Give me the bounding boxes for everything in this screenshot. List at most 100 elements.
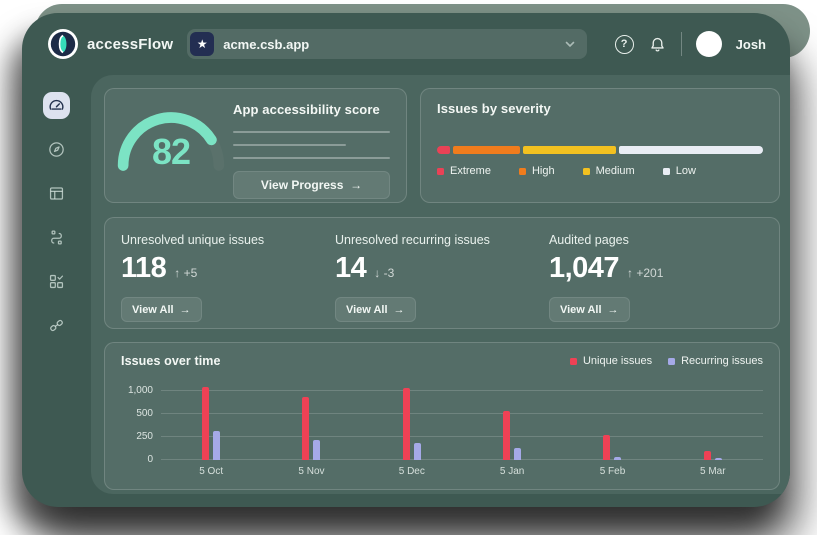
arrow-down-icon: ↓ bbox=[374, 266, 380, 280]
x-axis-label: 5 Nov bbox=[261, 466, 361, 477]
accessflow-logo-icon bbox=[48, 29, 78, 59]
severity-segment-medium bbox=[523, 146, 616, 154]
score-gauge: 82 bbox=[115, 99, 233, 192]
sidebar-item-dashboard[interactable] bbox=[43, 92, 70, 119]
stat-unresolved-unique-issues: Unresolved unique issues 118 ↑ +5 View A… bbox=[121, 233, 335, 328]
chart-title: Issues over time bbox=[121, 354, 221, 368]
bar-unique-issues bbox=[603, 435, 610, 460]
severity-legend: Extreme High Medium Low bbox=[437, 165, 763, 177]
bell-icon bbox=[648, 35, 667, 54]
arrow-right-icon: → bbox=[350, 178, 362, 192]
skeleton-line bbox=[233, 131, 390, 133]
severity-segment-low bbox=[619, 146, 763, 154]
sidebar-item-pages[interactable] bbox=[43, 180, 70, 207]
y-axis-tick-label: 500 bbox=[121, 408, 153, 419]
sidebar-item-audits[interactable] bbox=[43, 268, 70, 295]
stats-card: Unresolved unique issues 118 ↑ +5 View A… bbox=[104, 217, 780, 329]
arrow-up-icon: ↑ bbox=[174, 266, 180, 280]
x-axis-label: 5 Oct bbox=[161, 466, 261, 477]
arrow-right-icon: → bbox=[608, 304, 619, 316]
plug-icon bbox=[47, 316, 66, 335]
severity-legend-item: Medium bbox=[583, 165, 635, 177]
site-selector-value: acme.csb.app bbox=[223, 37, 309, 52]
page: accessFlow ★ acme.csb.app ? bbox=[0, 0, 817, 535]
score-value: 82 bbox=[115, 131, 227, 173]
notifications-button[interactable] bbox=[648, 35, 667, 54]
legend-swatch bbox=[663, 168, 670, 175]
stat-unresolved-recurring-issues: Unresolved recurring issues 14 ↓ -3 View… bbox=[335, 233, 549, 328]
legend-swatch bbox=[668, 358, 675, 365]
skeleton-line bbox=[233, 157, 390, 159]
sidebar-item-flows[interactable] bbox=[43, 224, 70, 251]
stat-value: 14 bbox=[335, 252, 366, 285]
site-selector-dropdown[interactable]: ★ acme.csb.app bbox=[187, 29, 587, 59]
top-bar: accessFlow ★ acme.csb.app ? bbox=[22, 13, 790, 75]
legend-swatch bbox=[519, 168, 526, 175]
legend-item-recurring-issues: Recurring issues bbox=[668, 355, 763, 367]
bar-recurring-issues bbox=[514, 448, 521, 460]
view-all-button[interactable]: View All→ bbox=[121, 297, 202, 322]
x-axis-label: 5 Jan bbox=[462, 466, 562, 477]
severity-segment-extreme bbox=[437, 146, 450, 154]
x-axis-label: 5 Dec bbox=[362, 466, 462, 477]
y-axis-tick-label: 0 bbox=[121, 454, 153, 465]
severity-legend-item: Extreme bbox=[437, 165, 491, 177]
arrow-up-icon: ↑ bbox=[627, 266, 633, 280]
compass-icon bbox=[47, 140, 66, 159]
bar-recurring-issues bbox=[213, 431, 220, 460]
arrow-right-icon: → bbox=[180, 304, 191, 316]
stat-delta: ↑ +5 bbox=[174, 266, 197, 280]
issues-by-severity-card: Issues by severity Extreme High Medium Low bbox=[420, 88, 780, 203]
legend-swatch bbox=[570, 358, 577, 365]
avatar[interactable] bbox=[696, 31, 722, 57]
chart-legend: Unique issues Recurring issues bbox=[570, 355, 763, 367]
layout-icon bbox=[47, 184, 66, 203]
severity-segment-high bbox=[453, 146, 520, 154]
star-icon: ★ bbox=[190, 32, 214, 56]
help-button[interactable]: ? bbox=[615, 35, 634, 54]
legend-item-unique-issues: Unique issues bbox=[570, 355, 652, 367]
view-all-button[interactable]: View All→ bbox=[549, 297, 630, 322]
severity-card-title: Issues by severity bbox=[437, 101, 763, 116]
bar-recurring-issues bbox=[414, 443, 421, 460]
bar-recurring-issues bbox=[614, 457, 621, 460]
bar-group-5-nov bbox=[261, 380, 361, 460]
bar-recurring-issues bbox=[715, 458, 722, 460]
issues-over-time-card: Issues over time Unique issues Recurring… bbox=[104, 342, 780, 490]
bar-group-5-feb bbox=[562, 380, 662, 460]
bar-unique-issues bbox=[403, 388, 410, 460]
bar-recurring-issues bbox=[313, 440, 320, 460]
topbar-divider bbox=[681, 32, 682, 56]
help-icon: ? bbox=[615, 35, 634, 54]
view-progress-button[interactable]: View Progress → bbox=[233, 171, 390, 199]
x-axis-labels: 5 Oct5 Nov5 Dec5 Jan5 Feb5 Mar bbox=[161, 466, 763, 477]
severity-legend-item: High bbox=[519, 165, 555, 177]
x-axis-label: 5 Feb bbox=[562, 466, 662, 477]
legend-swatch bbox=[437, 168, 444, 175]
sidebar-item-explore[interactable] bbox=[43, 136, 70, 163]
stat-delta: ↑ +201 bbox=[627, 266, 663, 280]
bar-unique-issues bbox=[704, 451, 711, 460]
user-name: Josh bbox=[736, 37, 766, 52]
bar-group-5-oct bbox=[161, 380, 261, 460]
grid-check-icon bbox=[47, 272, 66, 291]
score-card-title: App accessibility score bbox=[233, 102, 390, 117]
x-axis-label: 5 Mar bbox=[663, 466, 763, 477]
legend-swatch bbox=[583, 168, 590, 175]
bar-group-5-dec bbox=[362, 380, 462, 460]
bar-unique-issues bbox=[202, 387, 209, 460]
severity-legend-item: Low bbox=[663, 165, 696, 177]
app-window: accessFlow ★ acme.csb.app ? bbox=[22, 13, 790, 507]
accessibility-score-card: 82 App accessibility score View Progress… bbox=[104, 88, 407, 203]
stat-value: 118 bbox=[121, 252, 166, 285]
bar-group-5-mar bbox=[663, 380, 763, 460]
sidebar-item-integrations[interactable] bbox=[43, 312, 70, 339]
sidebar bbox=[22, 75, 91, 507]
bar-group-5-jan bbox=[462, 380, 562, 460]
y-axis-tick-label: 250 bbox=[121, 431, 153, 442]
brand-name: accessFlow bbox=[87, 36, 173, 53]
bar-chart: 02505001,000 5 Oct5 Nov5 Dec5 Jan5 Feb5 … bbox=[121, 380, 763, 477]
view-all-button[interactable]: View All→ bbox=[335, 297, 416, 322]
severity-stacked-bar bbox=[437, 146, 763, 154]
chevron-down-icon bbox=[563, 37, 577, 51]
